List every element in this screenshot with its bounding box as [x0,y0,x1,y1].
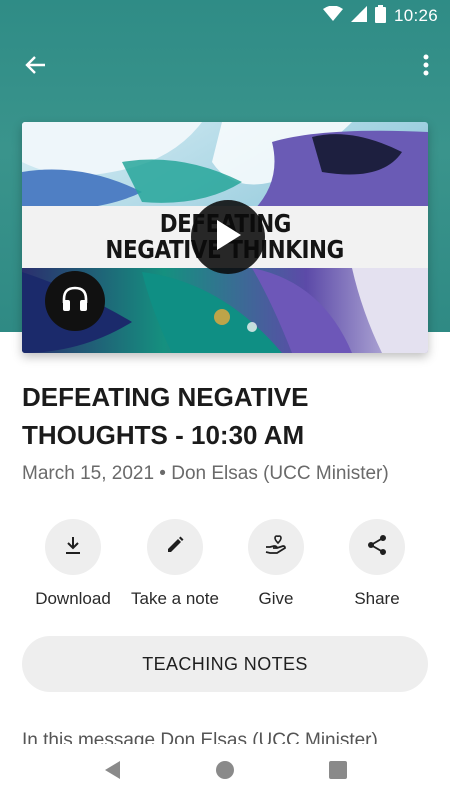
message-title: DEFEATING NEGATIVE THOUGHTS - 10:30 AM [22,382,309,450]
status-time: 10:26 [393,6,438,25]
nav-recents-icon [328,760,348,785]
give-label: Give [258,589,294,608]
message-meta: March 15, 2021 • Don Elsas (UCC Minister… [22,463,389,484]
take-note-circle[interactable] [147,519,203,575]
more-vert-icon [423,54,429,81]
arrow-back-icon [24,54,46,81]
sermon-artwork: DEFEATING NEGATIVE THINKING [22,122,428,353]
status-icons [322,4,386,28]
nav-home-button[interactable] [213,760,237,784]
take-note-button[interactable]: Take a note [120,519,230,609]
share-icon [366,534,388,561]
status-bar: 10:26 [0,0,450,32]
headphones-icon [61,286,89,317]
audio-button[interactable] [45,271,105,331]
action-row: Download Take a note Give Share [0,519,450,614]
system-nav-bar [0,744,450,800]
download-icon [63,535,83,560]
take-note-label: Take a note [131,589,219,608]
message-description: In this message Don Elsas (UCC Minister) [22,730,432,744]
share-label: Share [354,589,400,608]
nav-back-button[interactable] [100,760,124,784]
download-circle[interactable] [45,519,101,575]
nav-back-icon [102,759,122,786]
pencil-icon [165,535,185,560]
wifi-icon [322,5,343,27]
give-heart-hand-icon [264,534,288,561]
teaching-notes-label: TEACHING NOTES [142,653,308,674]
nav-home-icon [215,760,235,785]
teaching-notes-button[interactable]: TEACHING NOTES [22,636,428,692]
battery-icon [374,4,386,28]
app-bar [0,40,450,92]
download-button[interactable]: Download [18,519,128,609]
share-button[interactable]: Share [322,519,432,609]
share-circle[interactable] [349,519,405,575]
description-text: In this message Don Elsas (UCC Minister) [22,730,378,744]
give-button[interactable]: Give [221,519,331,609]
nav-recents-button[interactable] [326,760,350,784]
play-button[interactable] [191,200,265,274]
cell-signal-icon [350,5,367,27]
more-options-button[interactable] [416,52,436,82]
give-circle[interactable] [248,519,304,575]
back-button[interactable] [20,52,50,82]
play-icon [213,218,243,257]
download-label: Download [35,589,111,608]
